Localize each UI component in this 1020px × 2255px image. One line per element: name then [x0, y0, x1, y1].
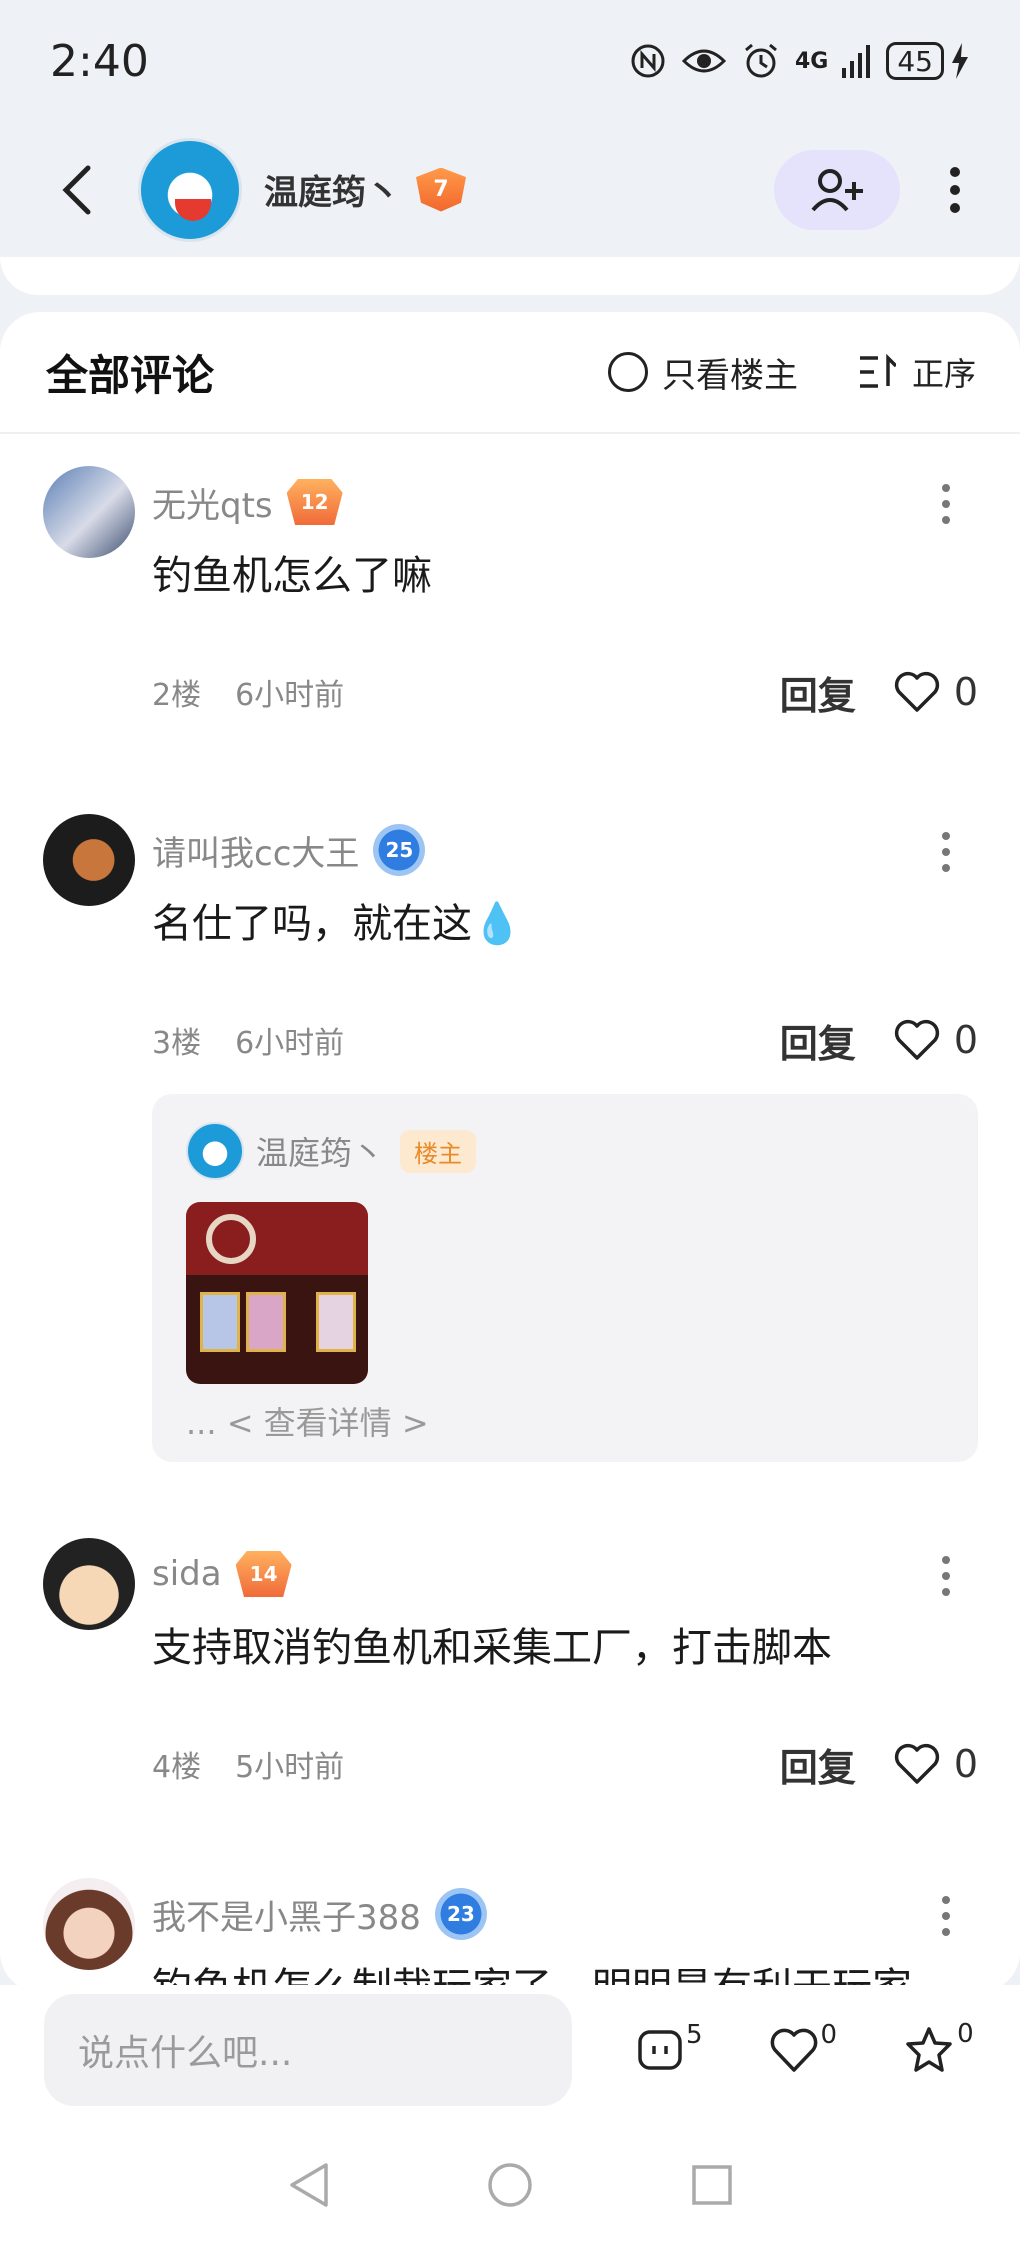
commenter-avatar[interactable] [43, 466, 135, 558]
post-card-bottom [0, 257, 1020, 295]
commenter-avatar[interactable] [43, 1538, 135, 1630]
add-user-icon [811, 168, 863, 211]
comment-item: 我不是小黑子388 23 钓鱼机怎么制裁玩家了，明明是有利于玩家 [0, 1878, 1020, 1992]
sort-toggle[interactable]: 正序 [858, 349, 976, 395]
comment-icon [638, 2030, 682, 2070]
comments-panel: 全部评论 只看楼主 正序 无光qts 12 钓鱼机怎么了嘛 2楼 6小时前 回复… [0, 312, 1020, 1992]
comment-more-button[interactable] [942, 1556, 950, 1596]
more-options-button[interactable] [930, 150, 980, 230]
like-button[interactable]: 0 [894, 670, 978, 714]
favorite-count: 0 [957, 2019, 974, 2049]
level-badge: 14 [235, 1551, 292, 1597]
quoted-avatar [186, 1122, 244, 1180]
like-count: 0 [820, 2020, 838, 2050]
network-label: 4G [794, 48, 829, 74]
comment-item: 无光qts 12 钓鱼机怎么了嘛 2楼 6小时前 回复 0 [0, 466, 1020, 722]
author-level-badge: 7 [416, 167, 466, 212]
back-button[interactable] [60, 155, 110, 225]
floor-number: 4楼 [152, 1750, 202, 1785]
heart-icon [894, 671, 939, 712]
nav-back-icon[interactable] [286, 2161, 330, 2209]
level-badge: 12 [286, 479, 343, 525]
quoted-reply[interactable]: 温庭筠丶 楼主 ... < 查看详情 > [152, 1094, 978, 1462]
comment-time: 6小时前 [235, 1026, 345, 1061]
system-nav-bar [0, 2115, 1020, 2255]
comment-more-button[interactable] [942, 1896, 950, 1936]
commenter-avatar[interactable] [43, 1878, 135, 1970]
heart-icon [894, 1743, 939, 1784]
floor-number: 3楼 [152, 1026, 202, 1061]
comment-item: 请叫我cc大王 25 名仕了吗，就在这💧 3楼 6小时前 回复 0 温庭筠丶 楼… [0, 814, 1020, 1462]
comment-text: 钓鱼机怎么了嘛 [152, 553, 432, 599]
level-badge: 23 [434, 1888, 487, 1940]
like-post-button[interactable]: 0 [769, 2020, 837, 2074]
comment-text: 支持取消钓鱼机和采集工厂，打击脚本 [152, 1625, 832, 1671]
signal-icon [842, 45, 871, 78]
charging-icon [952, 43, 968, 79]
view-details-link[interactable]: ... < 查看详情 > [186, 1398, 944, 1444]
thread-header: 温庭筠丶 7 [0, 122, 1020, 257]
like-count: 0 [953, 1742, 978, 1786]
comment-time: 6小时前 [235, 678, 345, 713]
comment-time: 5小时前 [235, 1750, 345, 1785]
commenter-avatar[interactable] [43, 814, 135, 906]
comments-button[interactable]: 5 [636, 2020, 703, 2074]
nav-recents-icon[interactable] [690, 2163, 734, 2207]
comment-item: sida 14 支持取消钓鱼机和采集工厂，打击脚本 4楼 5小时前 回复 0 [0, 1538, 1020, 1794]
quoted-image[interactable] [186, 1202, 368, 1384]
author-name[interactable]: 温庭筠丶 [264, 165, 400, 214]
status-icons: 4G 45 [629, 41, 970, 81]
chevron-left-icon [62, 165, 91, 214]
only-op-toggle[interactable]: 只看楼主 [607, 348, 798, 397]
floor-number: 2楼 [152, 678, 202, 713]
battery-indicator: 45 [886, 42, 970, 80]
clock: 2:40 [50, 35, 149, 87]
op-tag: 楼主 [400, 1129, 477, 1173]
level-badge: 25 [373, 824, 426, 876]
heart-icon [770, 2028, 817, 2072]
comments-title: 全部评论 [46, 350, 215, 400]
commenter-name[interactable]: 我不是小黑子388 [152, 1890, 421, 1939]
eye-icon [681, 49, 727, 73]
like-count: 0 [953, 670, 978, 714]
alarm-icon [745, 43, 777, 78]
like-button[interactable]: 0 [894, 1742, 978, 1786]
author-avatar[interactable] [138, 137, 242, 242]
commenter-name[interactable]: 无光qts [152, 478, 273, 527]
only-op-label: 只看楼主 [661, 355, 798, 396]
reply-button[interactable]: 回复 [780, 665, 856, 720]
reply-button[interactable]: 回复 [780, 1013, 856, 1068]
like-button[interactable]: 0 [894, 1018, 978, 1062]
favorite-button[interactable]: 0 [903, 2019, 974, 2075]
commenter-name[interactable]: sida [152, 1554, 222, 1594]
sort-icon [859, 354, 896, 388]
nav-home-icon[interactable] [486, 2161, 534, 2209]
radio-icon [607, 352, 648, 392]
quoted-name: 温庭筠丶 [256, 1134, 385, 1172]
comments-header: 全部评论 只看楼主 正序 [0, 312, 1020, 434]
comment-text: 名仕了吗，就在这💧 [152, 901, 522, 947]
star-icon [906, 2027, 952, 2072]
heart-icon [894, 1019, 939, 1060]
nfc-icon [631, 44, 665, 78]
bottom-action-bar: 说点什么吧... 5 0 0 [0, 1985, 1020, 2115]
comment-more-button[interactable] [942, 484, 950, 524]
sort-label: 正序 [911, 355, 976, 393]
comment-count: 5 [686, 2020, 703, 2050]
follow-button[interactable] [774, 149, 900, 230]
commenter-name[interactable]: 请叫我cc大王 [152, 826, 359, 875]
comment-input[interactable]: 说点什么吧... [44, 1994, 572, 2106]
battery-level: 45 [886, 42, 944, 80]
comment-more-button[interactable] [942, 832, 950, 872]
reply-button[interactable]: 回复 [780, 1737, 856, 1792]
status-bar: 2:40 4G 45 [0, 0, 1020, 122]
like-count: 0 [953, 1018, 978, 1062]
